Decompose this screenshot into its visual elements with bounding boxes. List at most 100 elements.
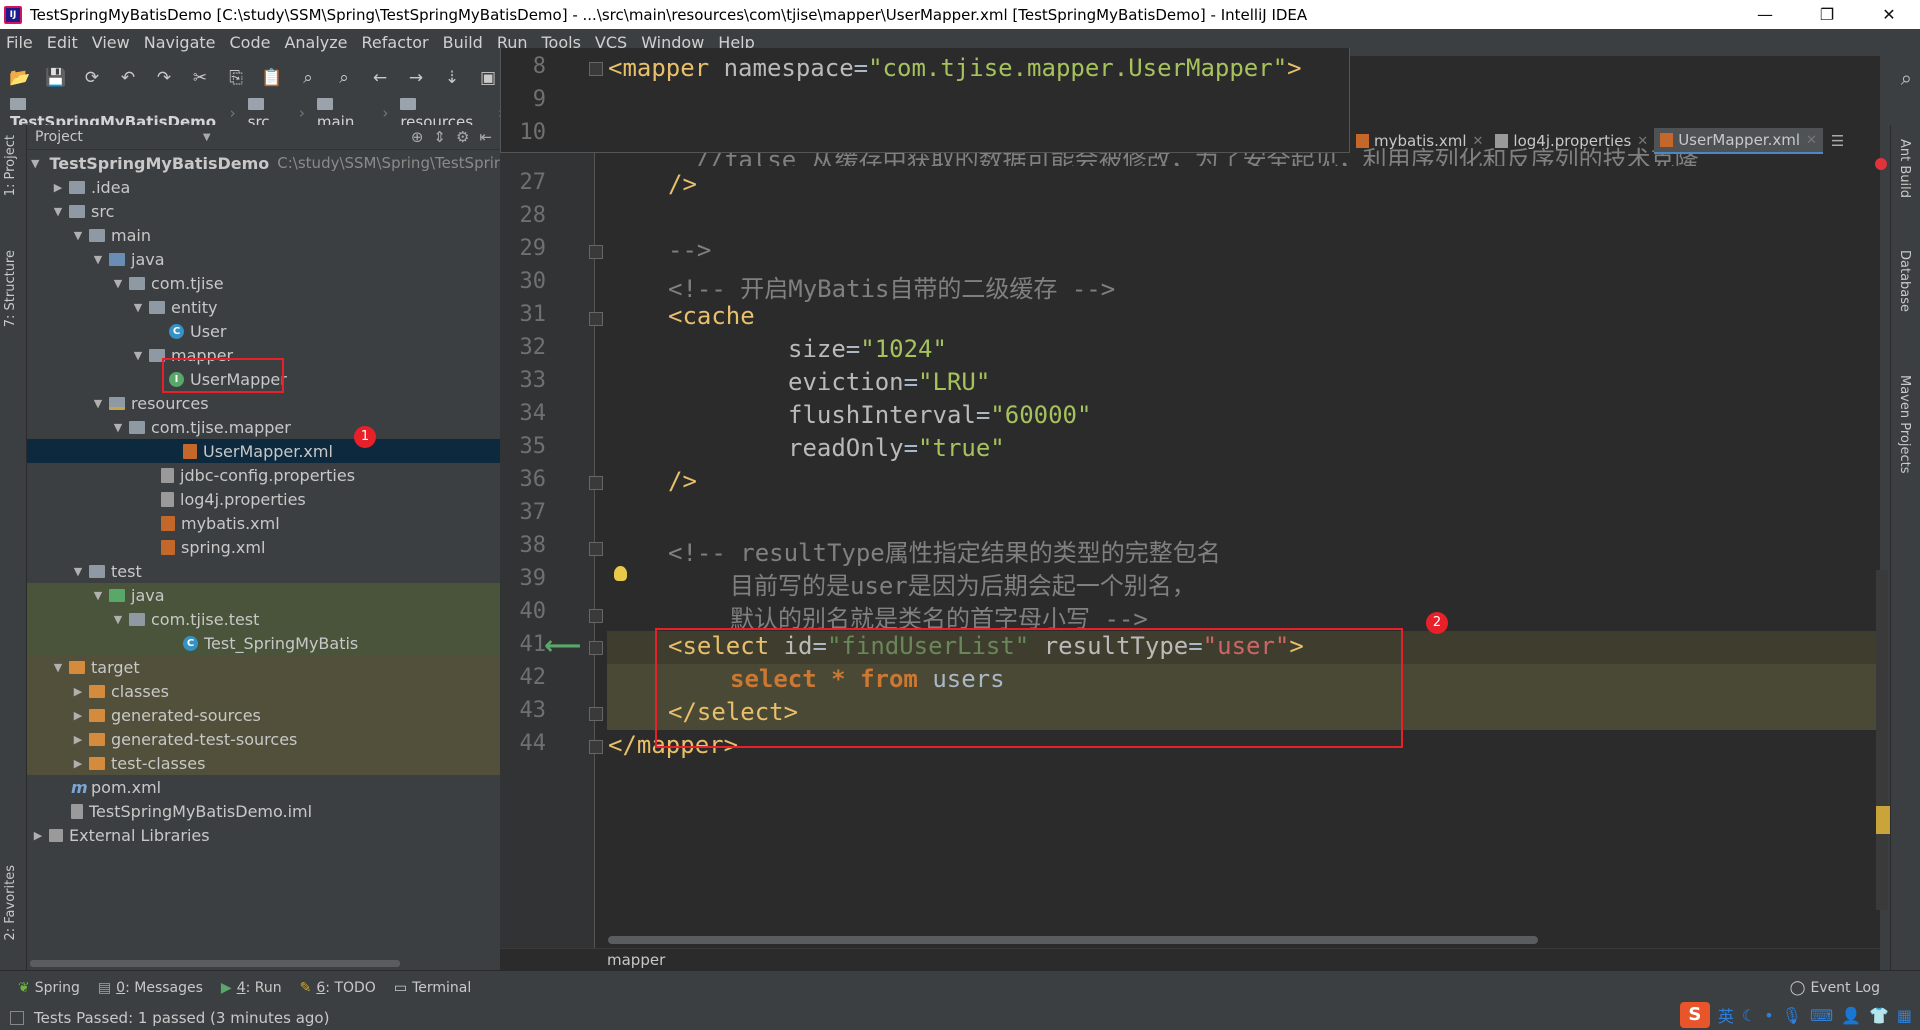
collapsed-arrow-icon[interactable]: ▶: [31, 829, 45, 842]
tree-item-idea[interactable]: ▶ .idea: [27, 175, 500, 199]
tool-windows-toggle-icon[interactable]: [10, 1010, 24, 1025]
project-view-selector[interactable]: Project: [35, 129, 83, 145]
code-line-35[interactable]: readOnly="true": [788, 434, 1005, 462]
fold-marker-icon[interactable]: [589, 609, 603, 623]
tree-item-generated-sources[interactable]: ▶ generated-sources: [27, 703, 500, 727]
find-icon[interactable]: ⌕: [296, 68, 320, 88]
fold-marker-icon[interactable]: [589, 245, 603, 259]
menu-view[interactable]: View: [85, 33, 137, 52]
expanded-arrow-icon[interactable]: ▼: [111, 421, 125, 434]
tool-tab-database[interactable]: Database: [1897, 250, 1912, 312]
collapsed-arrow-icon[interactable]: ▶: [71, 757, 85, 770]
tool-messages[interactable]: ▤ 0: Messages: [98, 980, 203, 996]
collapsed-arrow-icon[interactable]: ▶: [71, 709, 85, 722]
tree-item-test-java[interactable]: ▼ java: [27, 583, 500, 607]
collapsed-arrow-icon[interactable]: ▶: [71, 685, 85, 698]
tree-item-user-class[interactable]: C User: [27, 319, 500, 343]
expanded-arrow-icon[interactable]: ▼: [51, 661, 65, 674]
close-tab-icon[interactable]: ✕: [1637, 134, 1648, 149]
ime-punct-icon[interactable]: •: [1764, 1006, 1773, 1025]
code-line-29[interactable]: -->: [668, 236, 711, 264]
save-icon[interactable]: 💾: [44, 68, 68, 88]
tree-item-package-com-tjise[interactable]: ▼ com.tjise: [27, 271, 500, 295]
tree-item-iml[interactable]: TestSpringMyBatisDemo.iml: [27, 799, 500, 823]
expanded-arrow-icon[interactable]: ▼: [71, 229, 85, 242]
hide-panel-icon[interactable]: ⇤: [479, 128, 492, 146]
paste-icon[interactable]: 📋: [260, 68, 284, 88]
sync-icon[interactable]: ⟳: [80, 68, 104, 88]
tree-item-generated-test-sources[interactable]: ▶ generated-test-sources: [27, 727, 500, 751]
undo-icon[interactable]: ↶: [116, 68, 140, 88]
tree-item-test[interactable]: ▼ test: [27, 559, 500, 583]
sogou-ime-logo[interactable]: S: [1679, 1002, 1710, 1028]
ime-grid-icon[interactable]: ▦: [1897, 1006, 1912, 1025]
expanded-arrow-icon[interactable]: ▼: [91, 589, 105, 602]
menu-edit[interactable]: Edit: [40, 33, 85, 52]
search-everywhere-icon[interactable]: ⌕: [1901, 66, 1912, 90]
ime-moon-icon[interactable]: ☾: [1742, 1006, 1756, 1025]
tool-event-log[interactable]: ◯ Event Log: [1790, 980, 1880, 996]
tool-tab-project[interactable]: 1: Project: [3, 135, 18, 196]
back-icon[interactable]: ←: [368, 68, 392, 88]
tool-terminal[interactable]: ▭ Terminal: [394, 980, 471, 996]
tree-item-external-libraries[interactable]: ▶ External Libraries: [27, 823, 500, 847]
tool-run[interactable]: ▶ 4: Run: [221, 980, 282, 996]
tree-item-java[interactable]: ▼ java: [27, 247, 500, 271]
minimize-button[interactable]: —: [1734, 5, 1796, 24]
tree-item-jdbc-config[interactable]: jdbc-config.properties: [27, 463, 500, 487]
expanded-arrow-icon[interactable]: ▼: [31, 157, 39, 170]
run-config-icon[interactable]: ▣: [476, 68, 500, 88]
code-line-39[interactable]: 目前写的是user是因为后期会起一个别名，: [730, 566, 1196, 601]
expanded-arrow-icon[interactable]: ▼: [131, 301, 145, 314]
tree-item-main[interactable]: ▼ main: [27, 223, 500, 247]
editor-breadcrumb-mapper[interactable]: mapper: [607, 951, 665, 969]
code-line-38[interactable]: <!-- resultType属性指定结果的类型的完整包名: [668, 533, 1221, 568]
close-tab-icon[interactable]: ✕: [1473, 134, 1484, 149]
code-line-30[interactable]: <!-- 开启MyBatis自带的二级缓存 -->: [668, 269, 1115, 304]
collapsed-arrow-icon[interactable]: ▶: [71, 733, 85, 746]
editor-vertical-scrollbar[interactable]: [1876, 570, 1888, 910]
scrollbar-marker[interactable]: [1876, 806, 1890, 834]
menu-build[interactable]: Build: [436, 33, 490, 52]
menu-analyze[interactable]: Analyze: [277, 33, 354, 52]
menu-code[interactable]: Code: [223, 33, 278, 52]
ime-mic-icon[interactable]: 🎙: [1782, 1006, 1802, 1025]
tree-item-entity[interactable]: ▼ entity: [27, 295, 500, 319]
code-line-36[interactable]: />: [668, 467, 697, 495]
fold-marker-icon[interactable]: [589, 312, 603, 326]
tree-item-resources[interactable]: ▼ resources: [27, 391, 500, 415]
error-indicator-icon[interactable]: [1875, 158, 1887, 170]
tree-item-usermapper-xml[interactable]: UserMapper.xml: [27, 439, 500, 463]
replace-icon[interactable]: ⌕: [332, 68, 356, 88]
tool-tab-ant-build[interactable]: Ant Build: [1897, 139, 1912, 198]
tree-item-src[interactable]: ▼ src: [27, 199, 500, 223]
tab-log4j-properties[interactable]: log4j.properties ✕: [1489, 128, 1654, 154]
tree-item-classes[interactable]: ▶ classes: [27, 679, 500, 703]
menu-navigate[interactable]: Navigate: [137, 33, 223, 52]
tool-spring[interactable]: ❦ Spring: [18, 980, 80, 996]
tool-todo[interactable]: ✎ 6: TODO: [300, 980, 376, 996]
collapse-icon[interactable]: ⇕: [433, 128, 446, 146]
cut-icon[interactable]: ✂: [188, 68, 212, 88]
tree-item-pom-xml[interactable]: m pom.xml: [27, 775, 500, 799]
settings-gear-icon[interactable]: ⚙: [456, 128, 469, 146]
fold-marker-icon[interactable]: [589, 62, 603, 76]
expanded-arrow-icon[interactable]: ▼: [71, 565, 85, 578]
dropdown-arrow-icon[interactable]: ▼: [203, 132, 211, 143]
tab-usermapper-xml[interactable]: UserMapper.xml ✕: [1654, 128, 1823, 154]
ime-user-icon[interactable]: 👤: [1841, 1006, 1861, 1025]
redo-icon[interactable]: ↷: [152, 68, 176, 88]
expanded-arrow-icon[interactable]: ▼: [51, 205, 65, 218]
menu-file[interactable]: File: [0, 33, 40, 52]
fold-marker-icon[interactable]: [589, 707, 603, 721]
ime-shirt-icon[interactable]: 👕: [1869, 1006, 1889, 1025]
expanded-arrow-icon[interactable]: ▼: [131, 349, 145, 362]
tree-item-spring-xml[interactable]: spring.xml: [27, 535, 500, 559]
forward-icon[interactable]: →: [404, 68, 428, 88]
expanded-arrow-icon[interactable]: ▼: [91, 397, 105, 410]
menu-refactor[interactable]: Refactor: [355, 33, 436, 52]
implemented-method-arrow-icon[interactable]: ⟵: [544, 631, 581, 661]
build-icon[interactable]: ⇣: [440, 68, 464, 88]
tool-tab-maven-projects[interactable]: Maven Projects: [1897, 375, 1912, 474]
project-horizontal-scrollbar[interactable]: [30, 960, 400, 967]
